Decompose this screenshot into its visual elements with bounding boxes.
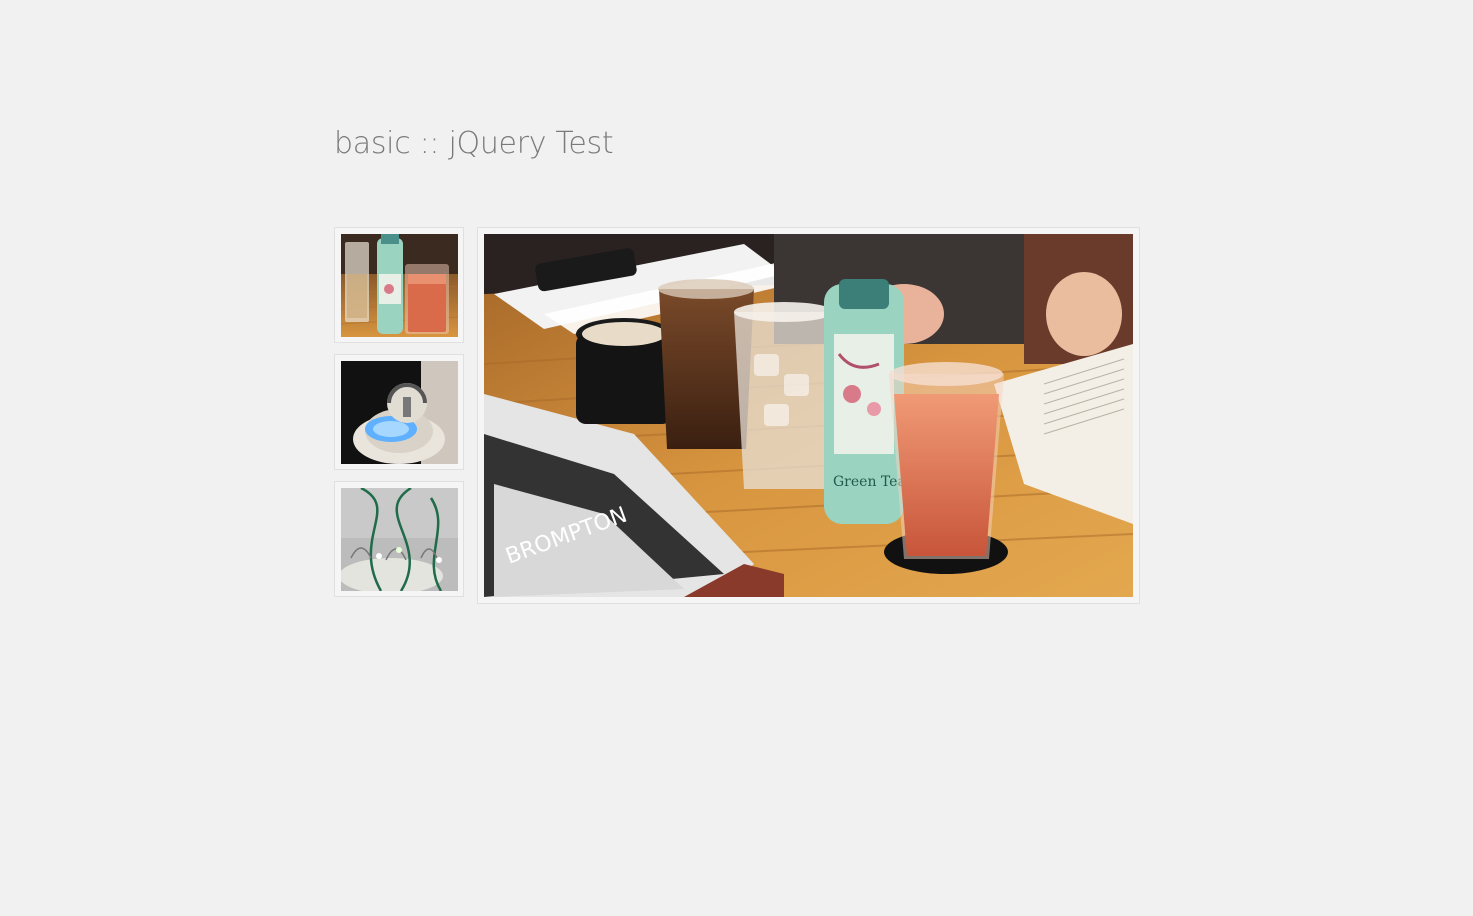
gallery-main-image-frame[interactable]: BROMPTON Green Tea — [477, 227, 1140, 604]
thumbnail-robot-image — [341, 361, 458, 464]
page-title: basic :: jQuery Test — [334, 126, 614, 161]
bottle-label: Green Tea — [833, 474, 906, 490]
thumbnail-drinks-image — [341, 234, 458, 337]
thumbnail-leds-image — [341, 488, 458, 591]
gallery-thumbnail-robot[interactable] — [334, 354, 464, 470]
gallery-thumbnail-leds[interactable] — [334, 481, 464, 597]
gallery-thumbnail-drinks[interactable] — [334, 227, 464, 343]
main-drinks-image: BROMPTON Green Tea — [484, 234, 1133, 597]
